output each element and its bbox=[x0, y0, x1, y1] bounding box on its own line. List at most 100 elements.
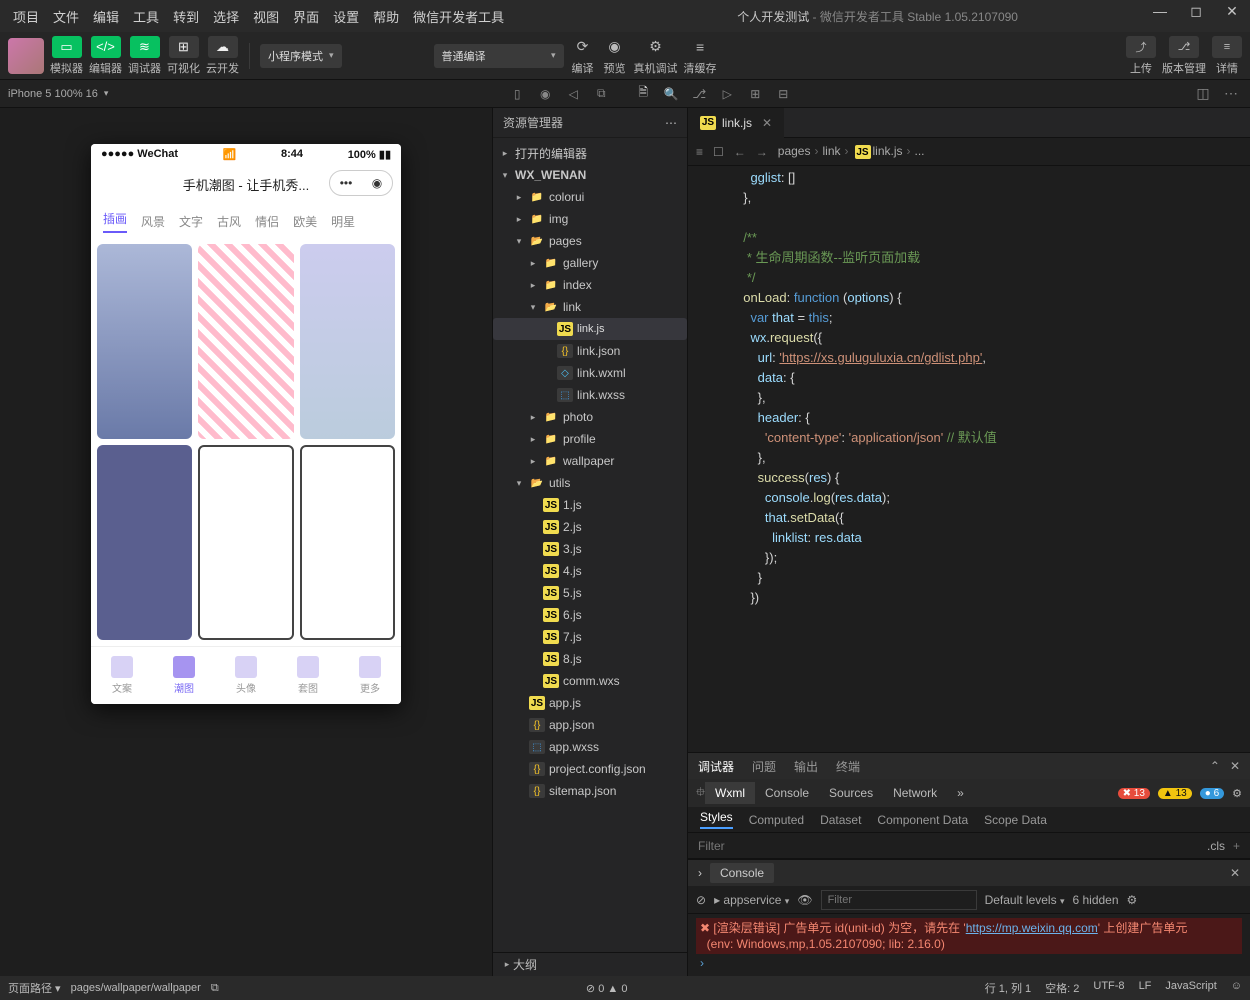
breadcrumb[interactable]: pages›link›JSlink.js›... bbox=[778, 144, 925, 160]
folder-gallery[interactable]: ▸📁gallery bbox=[493, 252, 687, 274]
menu-goto[interactable]: 转到 bbox=[166, 3, 206, 30]
file-appwxss[interactable]: ⬚app.wxss bbox=[493, 736, 687, 758]
wallpaper-thumb[interactable] bbox=[198, 244, 293, 439]
file-appjs[interactable]: JSapp.js bbox=[493, 692, 687, 714]
tab-western[interactable]: 欧美 bbox=[293, 213, 317, 230]
avatar[interactable] bbox=[8, 38, 44, 74]
back-icon[interactable]: ← bbox=[734, 145, 746, 159]
menu-settings[interactable]: 设置 bbox=[326, 3, 366, 30]
collapse-icon[interactable]: ⌃ bbox=[1210, 759, 1220, 773]
debug-icon[interactable]: ▷ bbox=[716, 87, 738, 101]
close-icon[interactable]: ✕ bbox=[1220, 3, 1244, 20]
menu-help[interactable]: 帮助 bbox=[366, 3, 406, 30]
encoding[interactable]: UTF-8 bbox=[1093, 980, 1124, 996]
cursor-pos[interactable]: 行 1, 列 1 bbox=[985, 980, 1031, 996]
file-5js[interactable]: JS5.js bbox=[493, 582, 687, 604]
devtab-more[interactable]: » bbox=[947, 782, 974, 804]
folder-profile[interactable]: ▸📁profile bbox=[493, 428, 687, 450]
capsule-menu[interactable]: •••◉ bbox=[329, 170, 393, 196]
menu-tools[interactable]: 工具 bbox=[126, 3, 166, 30]
minimize-icon[interactable]: — bbox=[1148, 3, 1172, 20]
computed-tab[interactable]: Computed bbox=[749, 813, 804, 827]
version-button[interactable]: ⎇版本管理 bbox=[1162, 36, 1206, 76]
compile-button[interactable]: ⟳编译 bbox=[570, 36, 596, 76]
upload-button[interactable]: ⤴上传 bbox=[1126, 36, 1156, 76]
tab-problems[interactable]: 问题 bbox=[752, 758, 776, 775]
file-link-wxss[interactable]: ⬚link.wxss bbox=[493, 384, 687, 406]
files-icon[interactable]: 🗎 bbox=[632, 83, 654, 104]
menu-file[interactable]: 文件 bbox=[46, 3, 86, 30]
nav-text[interactable]: 文案 bbox=[91, 647, 153, 704]
scope-tab[interactable]: Scope Data bbox=[984, 813, 1047, 827]
close-panel-icon[interactable]: ✕ bbox=[1230, 759, 1240, 773]
devtab-wxml[interactable]: Wxml bbox=[705, 782, 755, 804]
details-button[interactable]: ≡详情 bbox=[1212, 36, 1242, 76]
nav-avatar[interactable]: 头像 bbox=[215, 647, 277, 704]
menu-project[interactable]: 项目 bbox=[6, 3, 46, 30]
copy-icon[interactable]: ⧉ bbox=[590, 86, 612, 101]
file-link-wxml[interactable]: ◇link.wxml bbox=[493, 362, 687, 384]
problems-count[interactable]: ⊘ 0 ▲ 0 bbox=[586, 982, 628, 995]
folder-wallpaper[interactable]: ▸📁wallpaper bbox=[493, 450, 687, 472]
forward-icon[interactable]: → bbox=[756, 145, 768, 159]
block-icon[interactable]: ⊟ bbox=[772, 87, 794, 101]
tab-star[interactable]: 明星 bbox=[331, 213, 355, 230]
mode-select[interactable]: 小程序模式▾ bbox=[260, 44, 342, 68]
folder-utils[interactable]: ▾📂utils bbox=[493, 472, 687, 494]
folder-photo[interactable]: ▸📁photo bbox=[493, 406, 687, 428]
file-link-js[interactable]: JSlink.js bbox=[493, 318, 687, 340]
menu-ui[interactable]: 界面 bbox=[286, 3, 326, 30]
clear-cache-button[interactable]: ≡清缓存 bbox=[684, 36, 717, 76]
file-4js[interactable]: JS4.js bbox=[493, 560, 687, 582]
tab-couple[interactable]: 情侣 bbox=[255, 213, 279, 230]
folder-img[interactable]: ▸📁img bbox=[493, 208, 687, 230]
debugger-button[interactable]: ≋调试器 bbox=[128, 36, 161, 76]
cls-toggle[interactable]: .cls bbox=[1207, 839, 1225, 853]
ext-icon[interactable]: ⊞ bbox=[744, 87, 766, 101]
menu-wechat-devtools[interactable]: 微信开发者工具 bbox=[406, 3, 511, 30]
file-7js[interactable]: JS7.js bbox=[493, 626, 687, 648]
console-gear-icon[interactable]: ⚙ bbox=[1127, 893, 1138, 907]
device-label[interactable]: iPhone 5 100% 16 bbox=[8, 88, 98, 100]
folder-link[interactable]: ▾📂link bbox=[493, 296, 687, 318]
devtab-sources[interactable]: Sources bbox=[819, 782, 883, 804]
warn-count[interactable]: ▲ 13 bbox=[1158, 788, 1192, 799]
list-icon[interactable]: ≡ bbox=[696, 145, 703, 159]
page-path[interactable]: pages/wallpaper/wallpaper bbox=[71, 982, 201, 994]
console-chevron-icon[interactable]: › bbox=[698, 866, 702, 880]
wallpaper-thumb[interactable] bbox=[300, 445, 395, 640]
error-count[interactable]: ✖ 13 bbox=[1118, 788, 1150, 799]
indent[interactable]: 空格: 2 bbox=[1045, 980, 1079, 996]
file-commwxs[interactable]: JScomm.wxs bbox=[493, 670, 687, 692]
file-3js[interactable]: JS3.js bbox=[493, 538, 687, 560]
folder-pages[interactable]: ▾📂pages bbox=[493, 230, 687, 252]
editor-button[interactable]: </>编辑器 bbox=[89, 36, 122, 76]
code-editor[interactable]: gglist: [] }, /** * 生命周期函数--监听页面加载 */ on… bbox=[688, 166, 1250, 752]
file-8js[interactable]: JS8.js bbox=[493, 648, 687, 670]
eye-icon[interactable]: 👁 bbox=[797, 893, 812, 907]
dataset-tab[interactable]: Dataset bbox=[820, 813, 861, 827]
file-2js[interactable]: JS2.js bbox=[493, 516, 687, 538]
devtab-network[interactable]: Network bbox=[883, 782, 947, 804]
wallpaper-thumb[interactable] bbox=[198, 445, 293, 640]
maximize-icon[interactable]: ◻ bbox=[1184, 3, 1208, 20]
feedback-icon[interactable]: ☺ bbox=[1231, 980, 1242, 996]
gear-icon[interactable]: ⚙ bbox=[1232, 787, 1242, 800]
tab-text[interactable]: 文字 bbox=[179, 213, 203, 230]
info-count[interactable]: ● 6 bbox=[1200, 788, 1224, 799]
explorer-more-icon[interactable]: ⋯ bbox=[665, 116, 677, 130]
add-rule-icon[interactable]: + bbox=[1233, 839, 1240, 853]
wallpaper-thumb[interactable] bbox=[300, 244, 395, 439]
levels-select[interactable]: Default levels ▾ bbox=[985, 893, 1065, 907]
device-icon[interactable]: ▯ bbox=[506, 87, 528, 101]
tab-illustration[interactable]: 插画 bbox=[103, 210, 127, 233]
open-editors[interactable]: ▸打开的编辑器 bbox=[493, 142, 687, 164]
cloud-button[interactable]: ☁云开发 bbox=[206, 36, 239, 76]
styles-filter[interactable]: Filter bbox=[698, 839, 725, 853]
compile-select[interactable]: 普通编译▾ bbox=[434, 44, 564, 68]
file-sitemap[interactable]: {}sitemap.json bbox=[493, 780, 687, 802]
project-root[interactable]: ▾WX_WENAN bbox=[493, 164, 687, 186]
tab-debugger[interactable]: 调试器 bbox=[698, 758, 734, 775]
preview-button[interactable]: ◉预览 bbox=[602, 36, 628, 76]
clear-console-icon[interactable]: ⊘ bbox=[696, 893, 706, 907]
